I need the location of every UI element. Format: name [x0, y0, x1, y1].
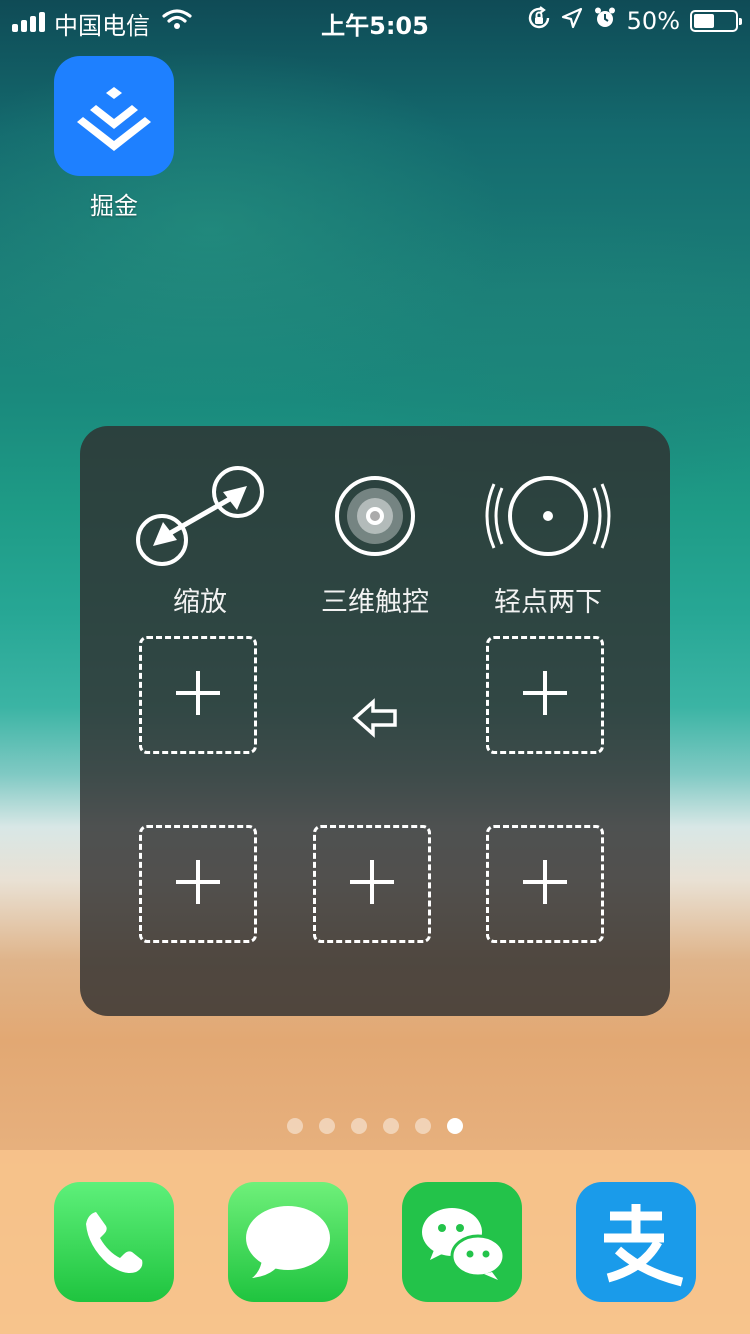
add-slot-button[interactable] [313, 825, 431, 943]
menu-item-label: 三维触控 [321, 587, 429, 618]
phone-icon [54, 1182, 174, 1302]
orientation-lock-icon [527, 6, 551, 36]
page-dot[interactable] [287, 1118, 303, 1134]
add-slot-button[interactable] [139, 636, 257, 754]
page-dot-active[interactable] [447, 1118, 463, 1134]
plus-icon [174, 858, 222, 910]
menu-item-label: 轻点两下 [494, 587, 602, 618]
add-slot-button[interactable] [139, 825, 257, 943]
back-button[interactable] [338, 690, 414, 750]
page-indicator[interactable] [0, 1118, 750, 1134]
messages-icon [228, 1182, 348, 1302]
app-messages[interactable] [228, 1182, 348, 1302]
page-dot[interactable] [383, 1118, 399, 1134]
status-bar: 中国电信 上午5:05 50% [0, 0, 750, 40]
app-phone[interactable] [54, 1182, 174, 1302]
add-slot-button[interactable] [486, 636, 604, 754]
zoom-icon [135, 464, 265, 572]
plus-icon [521, 858, 569, 910]
battery-icon [690, 10, 742, 32]
home-screen: 中国电信 上午5:05 50% 掘金 缩放 三维触控 轻点两下 [0, 0, 750, 1334]
alipay-icon [576, 1182, 696, 1302]
plus-icon [521, 669, 569, 721]
assistive-touch-menu: 缩放 三维触控 轻点两下 [80, 426, 670, 1016]
add-slot-button[interactable] [486, 825, 604, 943]
double-tap-icon [478, 464, 618, 572]
app-juejin[interactable]: 掘金 [54, 56, 174, 221]
location-icon [561, 7, 583, 35]
app-alipay[interactable] [576, 1182, 696, 1302]
menu-item-3d-touch[interactable]: 三维触控 [275, 464, 475, 644]
alarm-icon [593, 6, 617, 36]
battery-fill [694, 14, 714, 28]
dock [0, 1150, 750, 1334]
menu-item-zoom[interactable]: 缩放 [100, 464, 300, 644]
plus-icon [348, 858, 396, 910]
menu-item-double-tap[interactable]: 轻点两下 [448, 464, 648, 644]
page-dot[interactable] [319, 1118, 335, 1134]
battery-percent: 50% [626, 7, 680, 35]
app-label: 掘金 [90, 192, 138, 220]
back-arrow-icon [351, 698, 401, 742]
menu-item-label: 缩放 [173, 587, 227, 618]
page-dot[interactable] [415, 1118, 431, 1134]
juejin-icon [54, 56, 174, 176]
plus-icon [174, 669, 222, 721]
app-wechat[interactable] [402, 1182, 522, 1302]
wechat-icon [402, 1182, 522, 1302]
page-dot[interactable] [351, 1118, 367, 1134]
3d-touch-icon [323, 464, 427, 572]
